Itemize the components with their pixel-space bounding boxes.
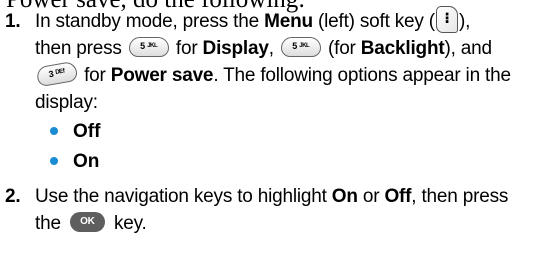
step-1-number: 1. bbox=[5, 11, 21, 32]
ok-key-icon: OK bbox=[69, 212, 105, 233]
bullet-icon bbox=[50, 127, 58, 135]
step-1-line-1: 1. In standby mode, press the Menu (left)… bbox=[5, 6, 511, 35]
list-item: Off bbox=[50, 117, 100, 147]
step-1-line-4: display: bbox=[35, 92, 98, 113]
display-term: Display bbox=[202, 38, 269, 59]
step-1-line-2: then press 5 ᴶᴷᴸ for Display, 5 ᴶᴷᴸ (for… bbox=[35, 37, 492, 59]
key-5-icon: 5 ᴶᴷᴸ bbox=[128, 37, 169, 58]
menu-term: Menu bbox=[264, 11, 313, 32]
step-2-line-1: 2. Use the navigation keys to highlight O… bbox=[5, 183, 508, 210]
backlight-term: Backlight bbox=[360, 38, 445, 59]
bullet-icon bbox=[50, 157, 58, 165]
step-2-number: 2. bbox=[5, 186, 21, 207]
option-on: On bbox=[73, 151, 100, 172]
step-2-line-2: the OK key. bbox=[35, 212, 147, 234]
power-save-term: Power save bbox=[110, 65, 214, 86]
key-3-icon: 3 ᴰᴱᶠ bbox=[35, 61, 79, 88]
key-5-icon: 5 ᴶᴷᴸ bbox=[280, 37, 321, 58]
option-off: Off bbox=[73, 121, 101, 142]
left-soft-key-icon: ⁝ bbox=[435, 6, 458, 34]
on-term: On bbox=[331, 186, 358, 207]
step-1-line-3: 3 ᴰᴱᶠ for Power save. The following opti… bbox=[5, 61, 511, 89]
options-list: Off On bbox=[50, 117, 100, 177]
step-2: 2. Use the navigation keys to highlight O… bbox=[5, 183, 508, 237]
list-item: On bbox=[50, 147, 100, 177]
off-term: Off bbox=[384, 186, 412, 207]
step-1: 1. In standby mode, press the Menu (left)… bbox=[5, 6, 511, 116]
